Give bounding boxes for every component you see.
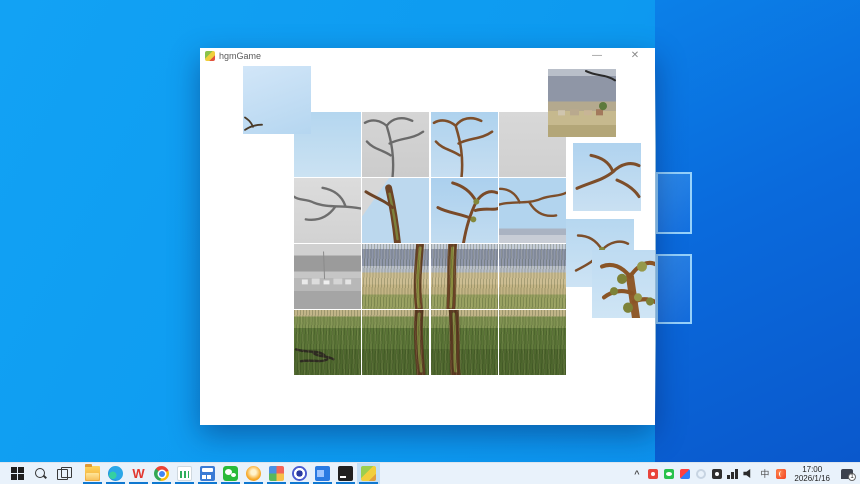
taskbar-app-calculator[interactable] xyxy=(196,463,219,484)
hgmgame-window: hgmGame — ✕ xyxy=(200,48,655,425)
windows-logo-pane-top xyxy=(656,172,692,234)
clock-time: 17:00 xyxy=(802,465,822,474)
taskbar-app-wps[interactable]: W xyxy=(127,463,150,484)
network-signal-icon xyxy=(727,469,738,479)
taskbar-app-docs[interactable] xyxy=(173,463,196,484)
photos-icon xyxy=(315,466,330,481)
taskbar-app-wechat[interactable] xyxy=(219,463,242,484)
colorful-app-tray-icon xyxy=(680,469,690,479)
window-title: hgmGame xyxy=(219,51,261,61)
task-view-icon xyxy=(57,467,70,480)
taskbar-app-qqcircle[interactable] xyxy=(288,463,311,484)
puzzle-piece-sky[interactable] xyxy=(243,66,311,134)
puzzle-tile-r4c2-grass-trunk-l[interactable] xyxy=(362,310,429,375)
alarm-clock-icon xyxy=(246,466,261,481)
puzzle-piece-village[interactable] xyxy=(548,69,616,137)
puzzle-tile-r3c3-trunk-mountain-r[interactable] xyxy=(431,244,498,309)
close-button[interactable]: ✕ xyxy=(624,48,646,64)
chrome-icon xyxy=(154,466,169,481)
puzzle-tile-r4c3-grass-trunk-r[interactable] xyxy=(431,310,498,375)
action-center-button[interactable]: 1 xyxy=(837,466,857,482)
window-titlebar[interactable]: hgmGame — ✕ xyxy=(200,48,655,64)
dark-app-tray-icon xyxy=(712,469,722,479)
taskbar-clock[interactable]: 17:00 2026/1/16 xyxy=(790,465,834,483)
minimize-button[interactable]: — xyxy=(586,48,608,64)
windows-logo-icon xyxy=(11,467,24,480)
tray-sogou-button[interactable] xyxy=(774,466,787,482)
puzzle-tile-r4c4-grass[interactable] xyxy=(499,310,566,375)
puzzle-tile-r2c3-tree-right[interactable] xyxy=(431,178,498,243)
search-icon xyxy=(34,467,47,480)
tray-green-button[interactable] xyxy=(662,466,675,482)
puzzle-tile-r1c2-treetop-gray[interactable] xyxy=(362,112,429,177)
search-button[interactable] xyxy=(29,463,52,484)
tray-ring-button[interactable] xyxy=(694,466,707,482)
taskbar: W ^ 中 17:00 2026/1/16 1 xyxy=(0,462,860,484)
tray-ime-button[interactable]: 中 xyxy=(758,466,771,482)
folder-icon xyxy=(85,466,100,481)
taskbar-app-tk[interactable] xyxy=(357,463,380,484)
tray-chevron-button[interactable]: ^ xyxy=(630,466,643,482)
tk-game-icon xyxy=(361,466,376,481)
windows-logo-pane-bottom xyxy=(656,254,692,324)
puzzle-tile-r2c4-branches-sky[interactable] xyxy=(499,178,566,243)
taskbar-app-file-explorer[interactable] xyxy=(81,463,104,484)
terminal-icon xyxy=(338,466,353,481)
ime-language-icon: 中 xyxy=(760,469,769,479)
blue-ring-icon xyxy=(292,466,307,481)
taskbar-app-edge[interactable] xyxy=(104,463,127,484)
puzzle-piece-branch[interactable] xyxy=(573,143,641,211)
wechat-icon xyxy=(223,466,238,481)
puzzle-tile-r3c2-trunk-mountain-l[interactable] xyxy=(362,244,429,309)
action-center-icon: 1 xyxy=(841,469,853,479)
wps-office-icon: W xyxy=(131,466,146,481)
puzzle-tile-r3c4-mountain-field[interactable] xyxy=(499,244,566,309)
puzzle-tile-r2c2-trunk-center[interactable] xyxy=(362,178,429,243)
clock-date: 2026/1/16 xyxy=(794,474,830,483)
sogou-input-icon xyxy=(776,469,786,479)
start-button[interactable] xyxy=(6,463,29,484)
taskbar-app-chrome[interactable] xyxy=(150,463,173,484)
taskbar-app-pinwheel[interactable] xyxy=(265,463,288,484)
task-view-button[interactable] xyxy=(52,463,75,484)
puzzle-tile-r4c1-grass-branches[interactable] xyxy=(294,310,361,375)
notification-badge: 1 xyxy=(848,473,856,481)
taskbar-app-photos[interactable] xyxy=(311,463,334,484)
puzzle-tile-r3c1-village-gray[interactable] xyxy=(294,244,361,309)
edge-browser-icon xyxy=(108,466,123,481)
tray-cam-button[interactable] xyxy=(710,466,723,482)
red-app-tray-icon xyxy=(648,469,658,479)
volume-icon xyxy=(743,469,754,479)
pinwheel-icon xyxy=(269,466,284,481)
tray-red-button[interactable] xyxy=(646,466,659,482)
calculator-icon xyxy=(200,466,215,481)
tray-network-button[interactable] xyxy=(726,466,739,482)
hidden-icons-chevron: ^ xyxy=(634,469,639,479)
puzzle-board xyxy=(200,64,655,425)
tk-app-icon xyxy=(205,51,215,61)
wechat-tray-icon xyxy=(664,469,674,479)
ring-app-tray-icon xyxy=(696,469,706,479)
taskbar-app-alarm[interactable] xyxy=(242,463,265,484)
puzzle-tile-r2c1-branches-gray[interactable] xyxy=(294,178,361,243)
document-chart-icon xyxy=(177,466,192,481)
taskbar-app-terminal[interactable] xyxy=(334,463,357,484)
puzzle-tile-r1c3-treetop-color[interactable] xyxy=(431,112,498,177)
tray-speaker-button[interactable] xyxy=(742,466,755,482)
tray-colorful-button[interactable] xyxy=(678,466,691,482)
puzzle-piece-mossy[interactable] xyxy=(592,250,655,318)
